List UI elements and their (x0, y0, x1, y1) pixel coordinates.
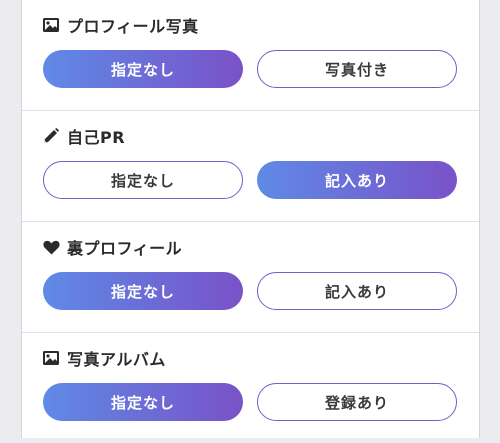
option-none-button[interactable]: 指定なし (43, 272, 243, 310)
image-icon (42, 349, 60, 367)
pencil-icon (42, 127, 60, 145)
section-profile-photo: プロフィール写真 指定なし 写真付き (22, 0, 479, 110)
section-title: 自己PR (67, 128, 126, 147)
option-filled-button[interactable]: 記入あり (257, 161, 457, 199)
section-title: 写真アルバム (67, 350, 166, 369)
section-title: 裏プロフィール (67, 239, 183, 258)
image-icon (42, 16, 60, 34)
option-filled-button[interactable]: 記入あり (257, 272, 457, 310)
option-none-button[interactable]: 指定なし (43, 161, 243, 199)
section-title-row: プロフィール写真 (42, 14, 199, 36)
section-title-row: 自己PR (42, 125, 125, 147)
section-self-pr: 自己PR 指定なし 記入あり (22, 111, 479, 221)
option-registered-button[interactable]: 登録あり (257, 383, 457, 421)
filter-panel: プロフィール写真 指定なし 写真付き 自己PR 指定なし 記入あり 裏プロフィー… (21, 0, 480, 438)
option-none-button[interactable]: 指定なし (43, 50, 243, 88)
section-secret-profile: 裏プロフィール 指定なし 記入あり (22, 222, 479, 332)
option-with-photo-button[interactable]: 写真付き (257, 50, 457, 88)
section-title: プロフィール写真 (67, 17, 199, 36)
heart-icon (42, 238, 60, 256)
option-none-button[interactable]: 指定なし (43, 383, 243, 421)
section-title-row: 裏プロフィール (42, 236, 182, 258)
section-title-row: 写真アルバム (42, 347, 166, 369)
section-photo-album: 写真アルバム 指定なし 登録あり (22, 333, 479, 443)
